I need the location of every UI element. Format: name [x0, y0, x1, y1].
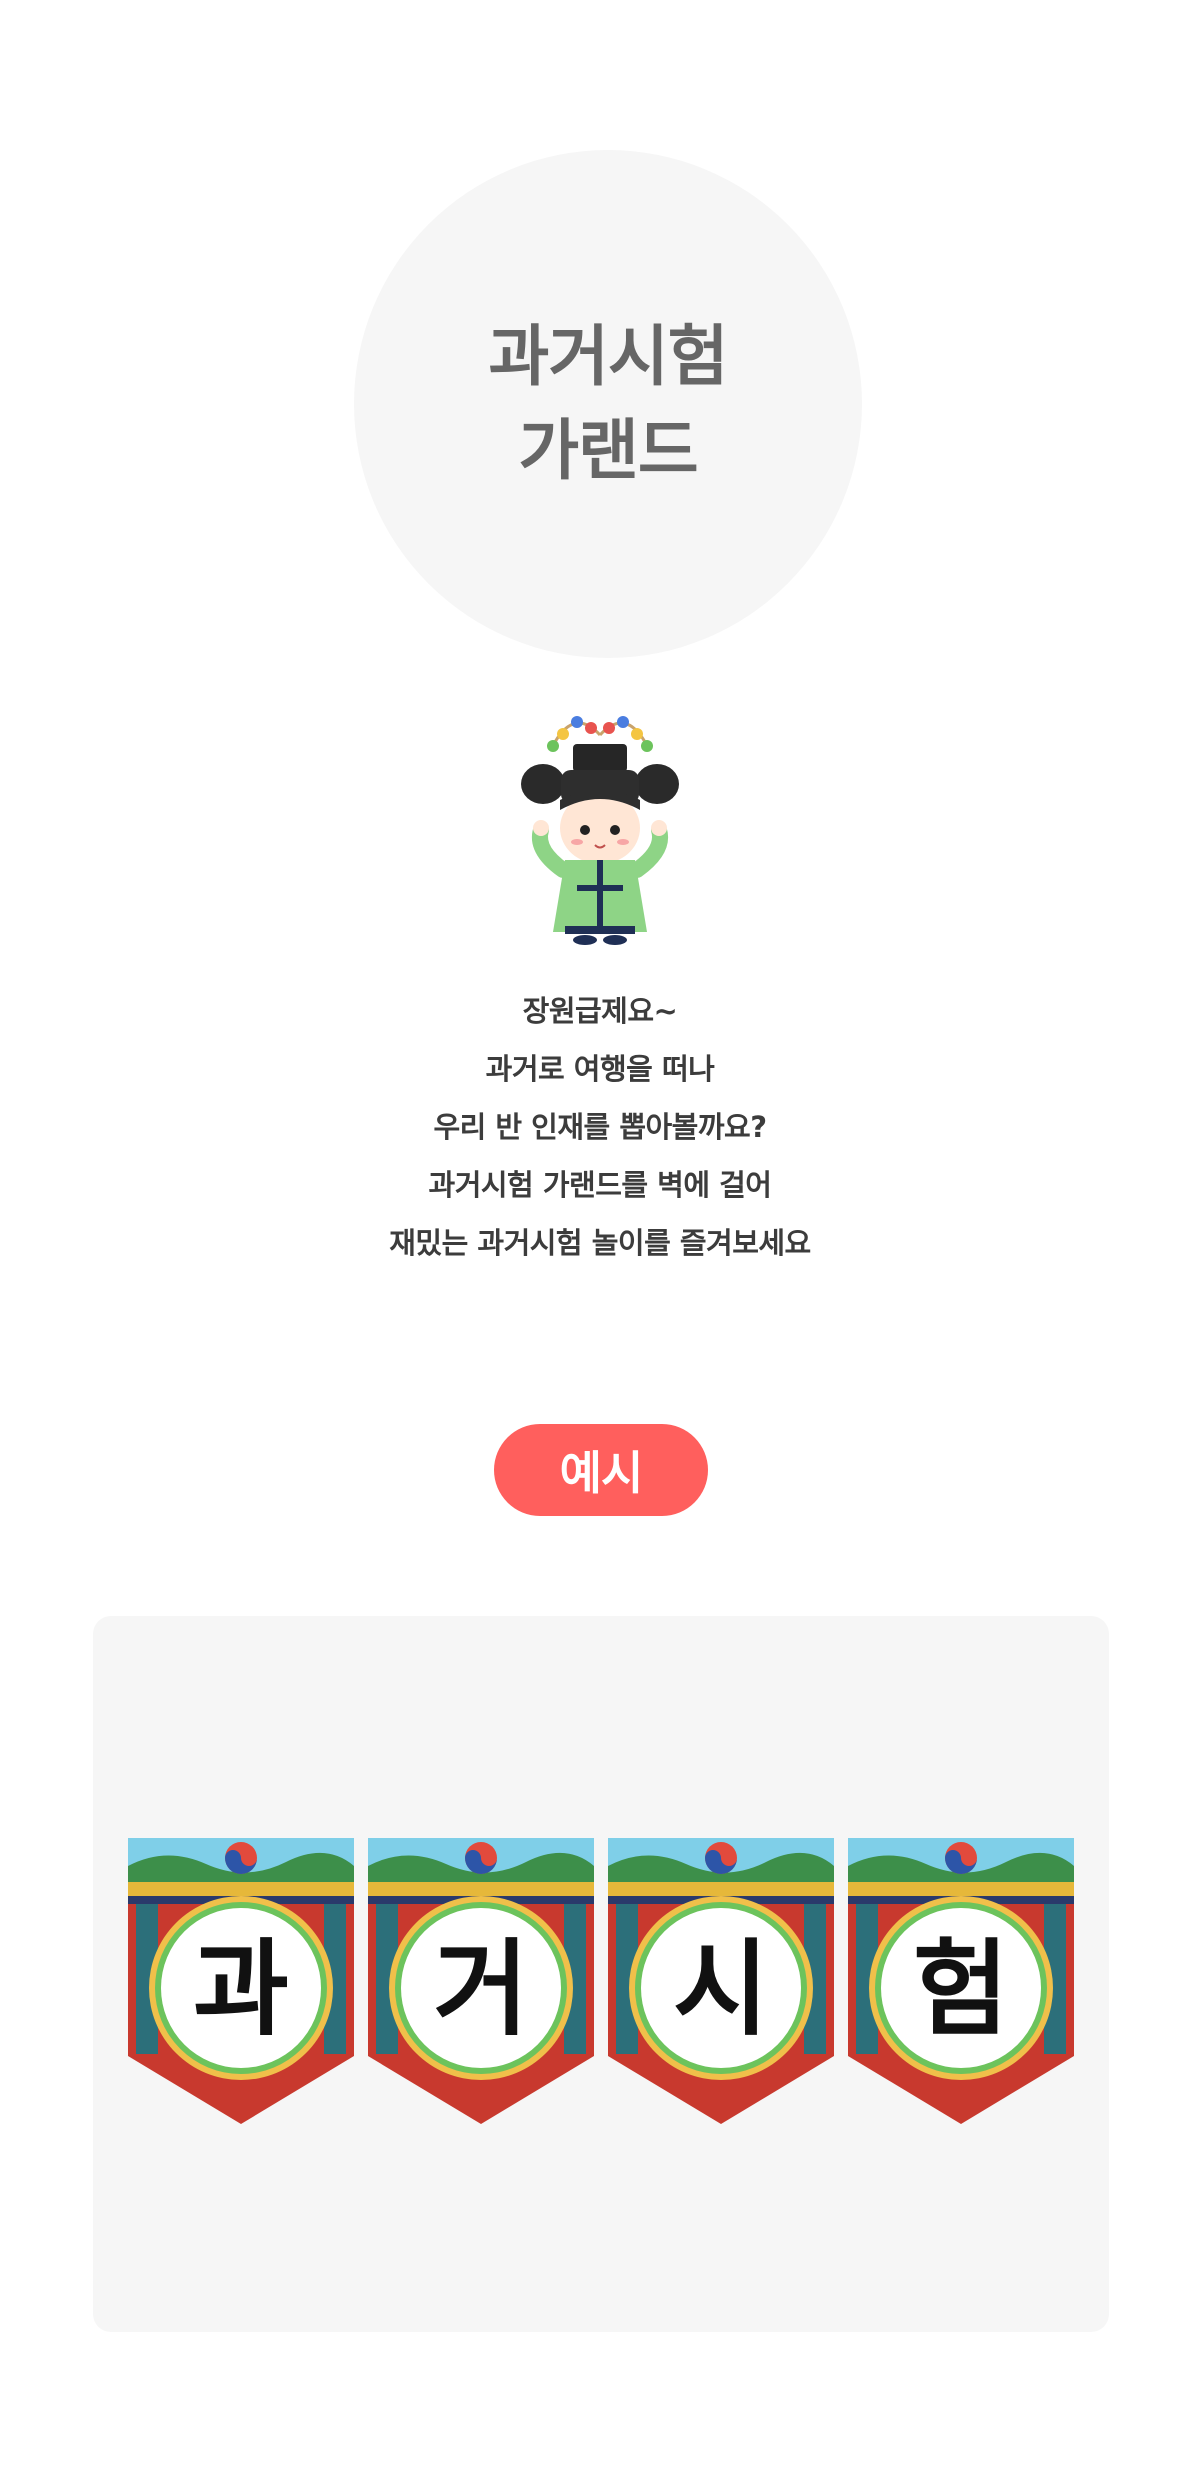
garland-pennant: 거: [366, 1836, 596, 2126]
garland: 과 거 시 험: [126, 1836, 1076, 2126]
description: 장원급제요~ 과거로 여행을 떠나 우리 반 인재를 뽑아볼까요? 과거시험 가…: [0, 982, 1200, 1272]
example-panel: 과 거 시 험: [93, 1616, 1109, 2332]
garland-pennant: 험: [846, 1836, 1076, 2126]
garland-letter: 시: [673, 1927, 769, 2050]
example-badge: 예시: [494, 1424, 708, 1516]
description-line: 재밌는 과거시험 놀이를 즐겨보세요: [389, 1226, 811, 1260]
hero-circle: 과거시험 가랜드: [354, 150, 862, 658]
description-line: 과거로 여행을 떠나: [485, 1052, 715, 1086]
hero-title-line1: 과거시험: [488, 318, 729, 395]
garland-letter: 과: [193, 1927, 289, 2050]
garland-letter: 험: [913, 1927, 1009, 2050]
garland-pennant: 시: [606, 1836, 836, 2126]
garland-pennant: 과: [126, 1836, 356, 2126]
garland-letter: 거: [433, 1927, 529, 2050]
hero-title-line2: 가랜드: [518, 412, 698, 489]
description-line: 우리 반 인재를 뽑아볼까요?: [433, 1110, 767, 1144]
description-line: 과거시험 가랜드를 벽에 걸어: [428, 1168, 772, 1202]
scholar-character-icon: [505, 700, 695, 950]
description-line: 장원급제요~: [522, 994, 678, 1028]
